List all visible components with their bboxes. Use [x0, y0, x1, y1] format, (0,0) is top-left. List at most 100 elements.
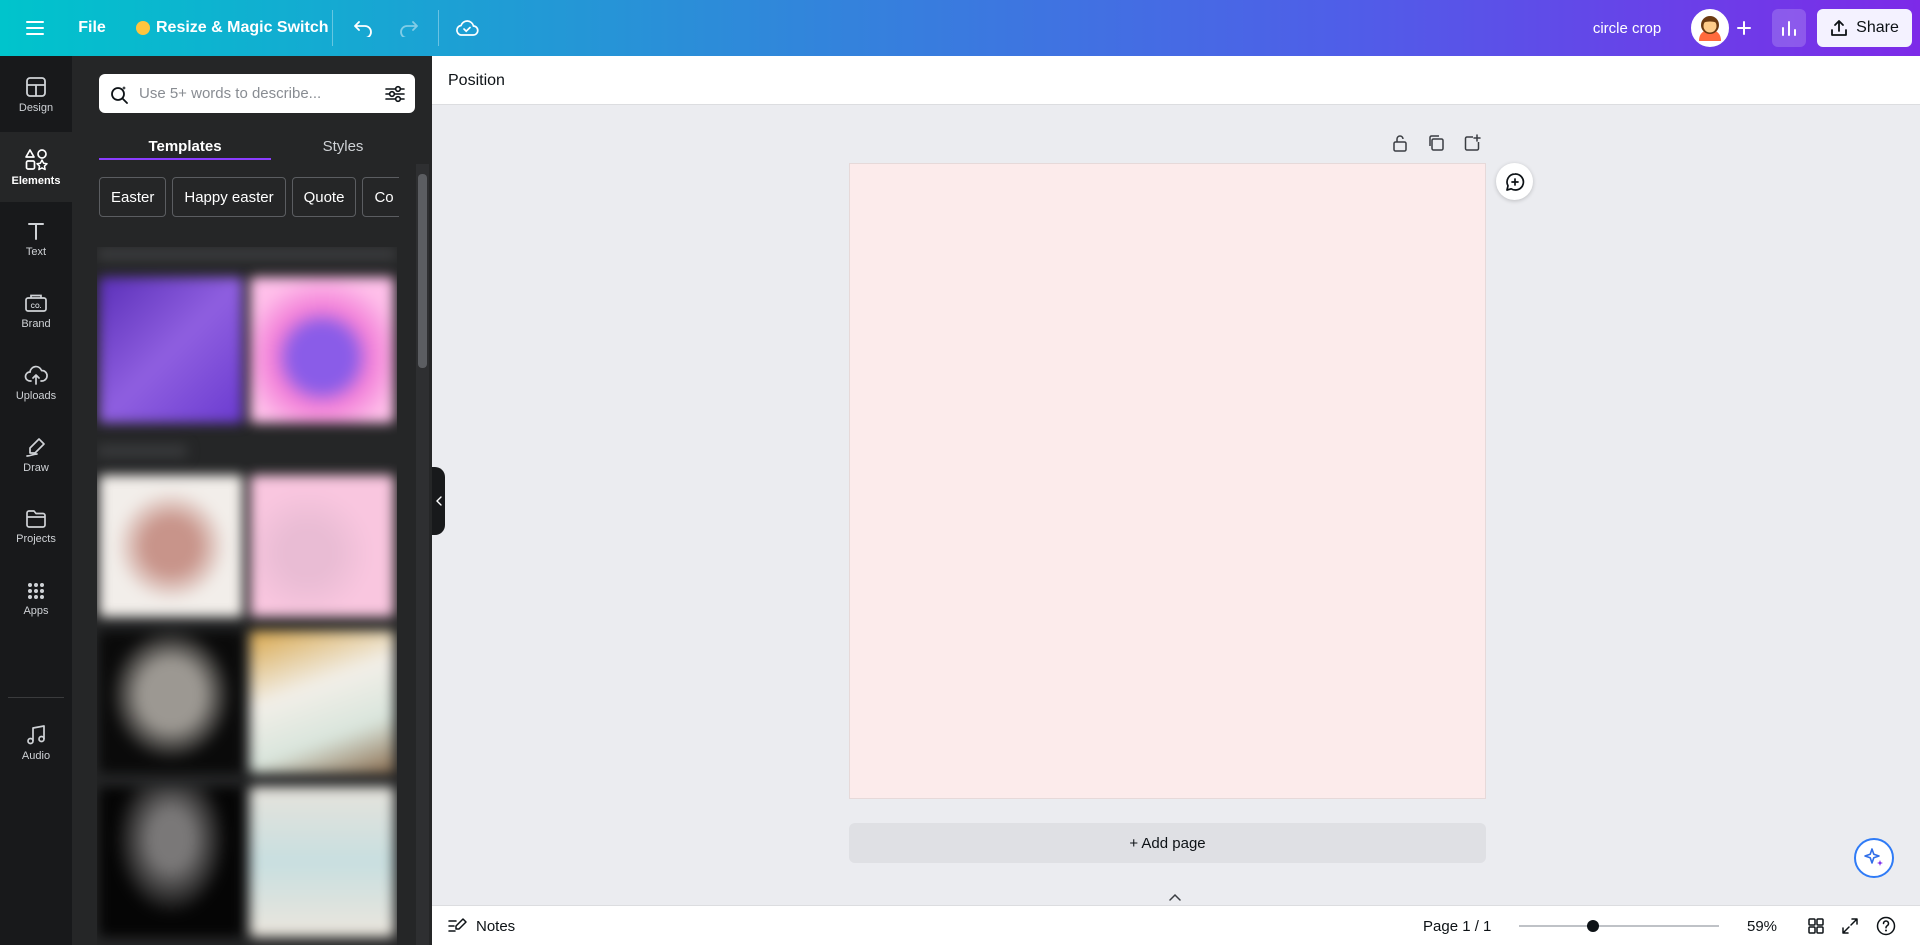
- rail-item-design[interactable]: Design: [0, 60, 72, 130]
- template-thumbnail[interactable]: [250, 631, 394, 773]
- rail-item-draw[interactable]: Draw: [0, 420, 72, 490]
- templates-panel: Templates Styles EasterHappy easterQuote…: [72, 56, 432, 945]
- draw-icon: [26, 438, 45, 457]
- add-collaborator-button[interactable]: [1730, 14, 1758, 42]
- template-thumbnail[interactable]: [250, 787, 394, 937]
- design-title-text: circle crop: [1592, 19, 1662, 37]
- duplicate-page-button[interactable]: [1424, 131, 1448, 155]
- section-heading-placeholder: [97, 247, 397, 261]
- divider: [332, 10, 333, 46]
- rail-item-elements[interactable]: Elements: [0, 132, 72, 202]
- comment-add-icon: [1505, 172, 1524, 191]
- notes-pen-icon: [448, 918, 467, 932]
- filter-sliders-icon[interactable]: [385, 85, 405, 103]
- tab-label: Templates: [148, 137, 222, 155]
- tab-styles[interactable]: Styles: [271, 126, 415, 166]
- panel-scrollbar-thumb[interactable]: [418, 174, 427, 368]
- context-toolbar: Position: [432, 56, 1920, 105]
- svg-text:CO.: CO.: [31, 304, 42, 310]
- rail-label: Brand: [21, 318, 51, 330]
- user-avatar-icon: [1693, 11, 1727, 45]
- notes-button[interactable]: Notes: [448, 906, 515, 945]
- rail-item-brand[interactable]: CO. Brand: [0, 276, 72, 346]
- active-tab-indicator: [99, 158, 271, 160]
- rail-label: Text: [25, 246, 47, 258]
- avatar[interactable]: [1691, 9, 1729, 47]
- rail-item-audio[interactable]: Audio: [0, 708, 72, 778]
- apps-grid-icon: [28, 583, 44, 599]
- template-thumbnail[interactable]: [99, 277, 243, 423]
- insights-button[interactable]: [1772, 9, 1806, 47]
- zoom-slider[interactable]: [1519, 920, 1719, 932]
- redo-button[interactable]: [395, 14, 423, 42]
- share-button[interactable]: Share: [1817, 9, 1912, 47]
- shapes-icon: [25, 149, 48, 171]
- menu-button[interactable]: [20, 14, 50, 42]
- undo-button[interactable]: [349, 14, 377, 42]
- add-comment-button[interactable]: [1496, 163, 1533, 200]
- resize-magic-switch-button[interactable]: Resize & Magic Switch: [136, 14, 329, 42]
- zoom-slider-knob[interactable]: [1586, 920, 1599, 932]
- save-status-button[interactable]: [452, 14, 482, 42]
- expand-icon: [1842, 918, 1858, 934]
- template-search[interactable]: [99, 74, 415, 113]
- crown-icon: [136, 21, 150, 35]
- design-title[interactable]: circle crop: [1580, 14, 1674, 42]
- notes-label: Notes: [476, 917, 516, 935]
- chip-easter[interactable]: Easter: [99, 177, 167, 217]
- page-indicator[interactable]: Page 1 / 1: [1423, 906, 1491, 945]
- template-thumbnail[interactable]: [99, 631, 243, 773]
- add-page-button[interactable]: + Add page: [849, 823, 1486, 863]
- rail-item-uploads[interactable]: Uploads: [0, 348, 72, 418]
- template-thumbnail[interactable]: [250, 277, 394, 423]
- help-circle-icon: [1876, 916, 1896, 936]
- template-thumbnail[interactable]: [250, 475, 394, 617]
- rail-item-text[interactable]: Text: [0, 204, 72, 274]
- redo-icon: [400, 21, 418, 37]
- template-thumbnail[interactable]: [99, 787, 243, 937]
- share-label: Share: [1856, 19, 1899, 36]
- tab-templates[interactable]: Templates: [99, 126, 271, 166]
- add-page-icon-button[interactable]: [1460, 131, 1484, 155]
- grid-view-button[interactable]: [1804, 914, 1828, 938]
- bottom-bar: Notes Page 1 / 1 59%: [432, 905, 1920, 945]
- rail-label: Elements: [11, 175, 61, 187]
- panel-scrollbar[interactable]: [416, 164, 429, 945]
- chip-quote[interactable]: Quote: [291, 177, 357, 217]
- position-label: Position: [448, 71, 505, 89]
- bar-chart-icon: [1782, 21, 1796, 36]
- hamburger-icon: [26, 21, 44, 35]
- keyword-chips: Easter Happy easter Quote Co: [99, 177, 399, 219]
- chip-more[interactable]: Co: [362, 177, 399, 217]
- help-button[interactable]: [1874, 914, 1898, 938]
- lock-page-button[interactable]: [1388, 131, 1412, 155]
- resize-label: Resize & Magic Switch: [156, 19, 329, 36]
- magic-search-icon: [111, 85, 128, 104]
- rail-label: Audio: [21, 750, 51, 762]
- chip-happy-easter[interactable]: Happy easter: [172, 177, 286, 217]
- rail-item-apps[interactable]: Apps: [0, 564, 72, 634]
- file-menu-button[interactable]: File: [70, 14, 114, 42]
- undo-icon: [354, 21, 372, 37]
- sparkle-icon: [1864, 848, 1883, 866]
- layout-icon: [26, 77, 46, 97]
- design-page[interactable]: [849, 163, 1486, 799]
- position-button[interactable]: Position: [448, 56, 505, 105]
- grid-view-icon: [1808, 918, 1824, 934]
- divider: [438, 10, 439, 46]
- fullscreen-button[interactable]: [1838, 914, 1862, 938]
- file-menu-label: File: [78, 19, 106, 36]
- tab-label: Styles: [322, 137, 364, 155]
- collapse-panel-handle[interactable]: [432, 467, 445, 535]
- add-page-label: + Add page: [1129, 834, 1206, 852]
- brand-icon: CO.: [25, 294, 47, 312]
- section-heading-placeholder: [97, 445, 187, 457]
- top-bar: File Resize & Magic Switch circle crop S…: [0, 0, 1920, 56]
- magic-assistant-button[interactable]: [1854, 838, 1894, 878]
- template-thumbnail[interactable]: [99, 475, 243, 617]
- text-icon: [28, 223, 44, 240]
- folder-icon: [26, 510, 46, 528]
- rail-item-projects[interactable]: Projects: [0, 492, 72, 562]
- zoom-level-button[interactable]: 59%: [1732, 906, 1792, 945]
- search-input[interactable]: [139, 85, 375, 102]
